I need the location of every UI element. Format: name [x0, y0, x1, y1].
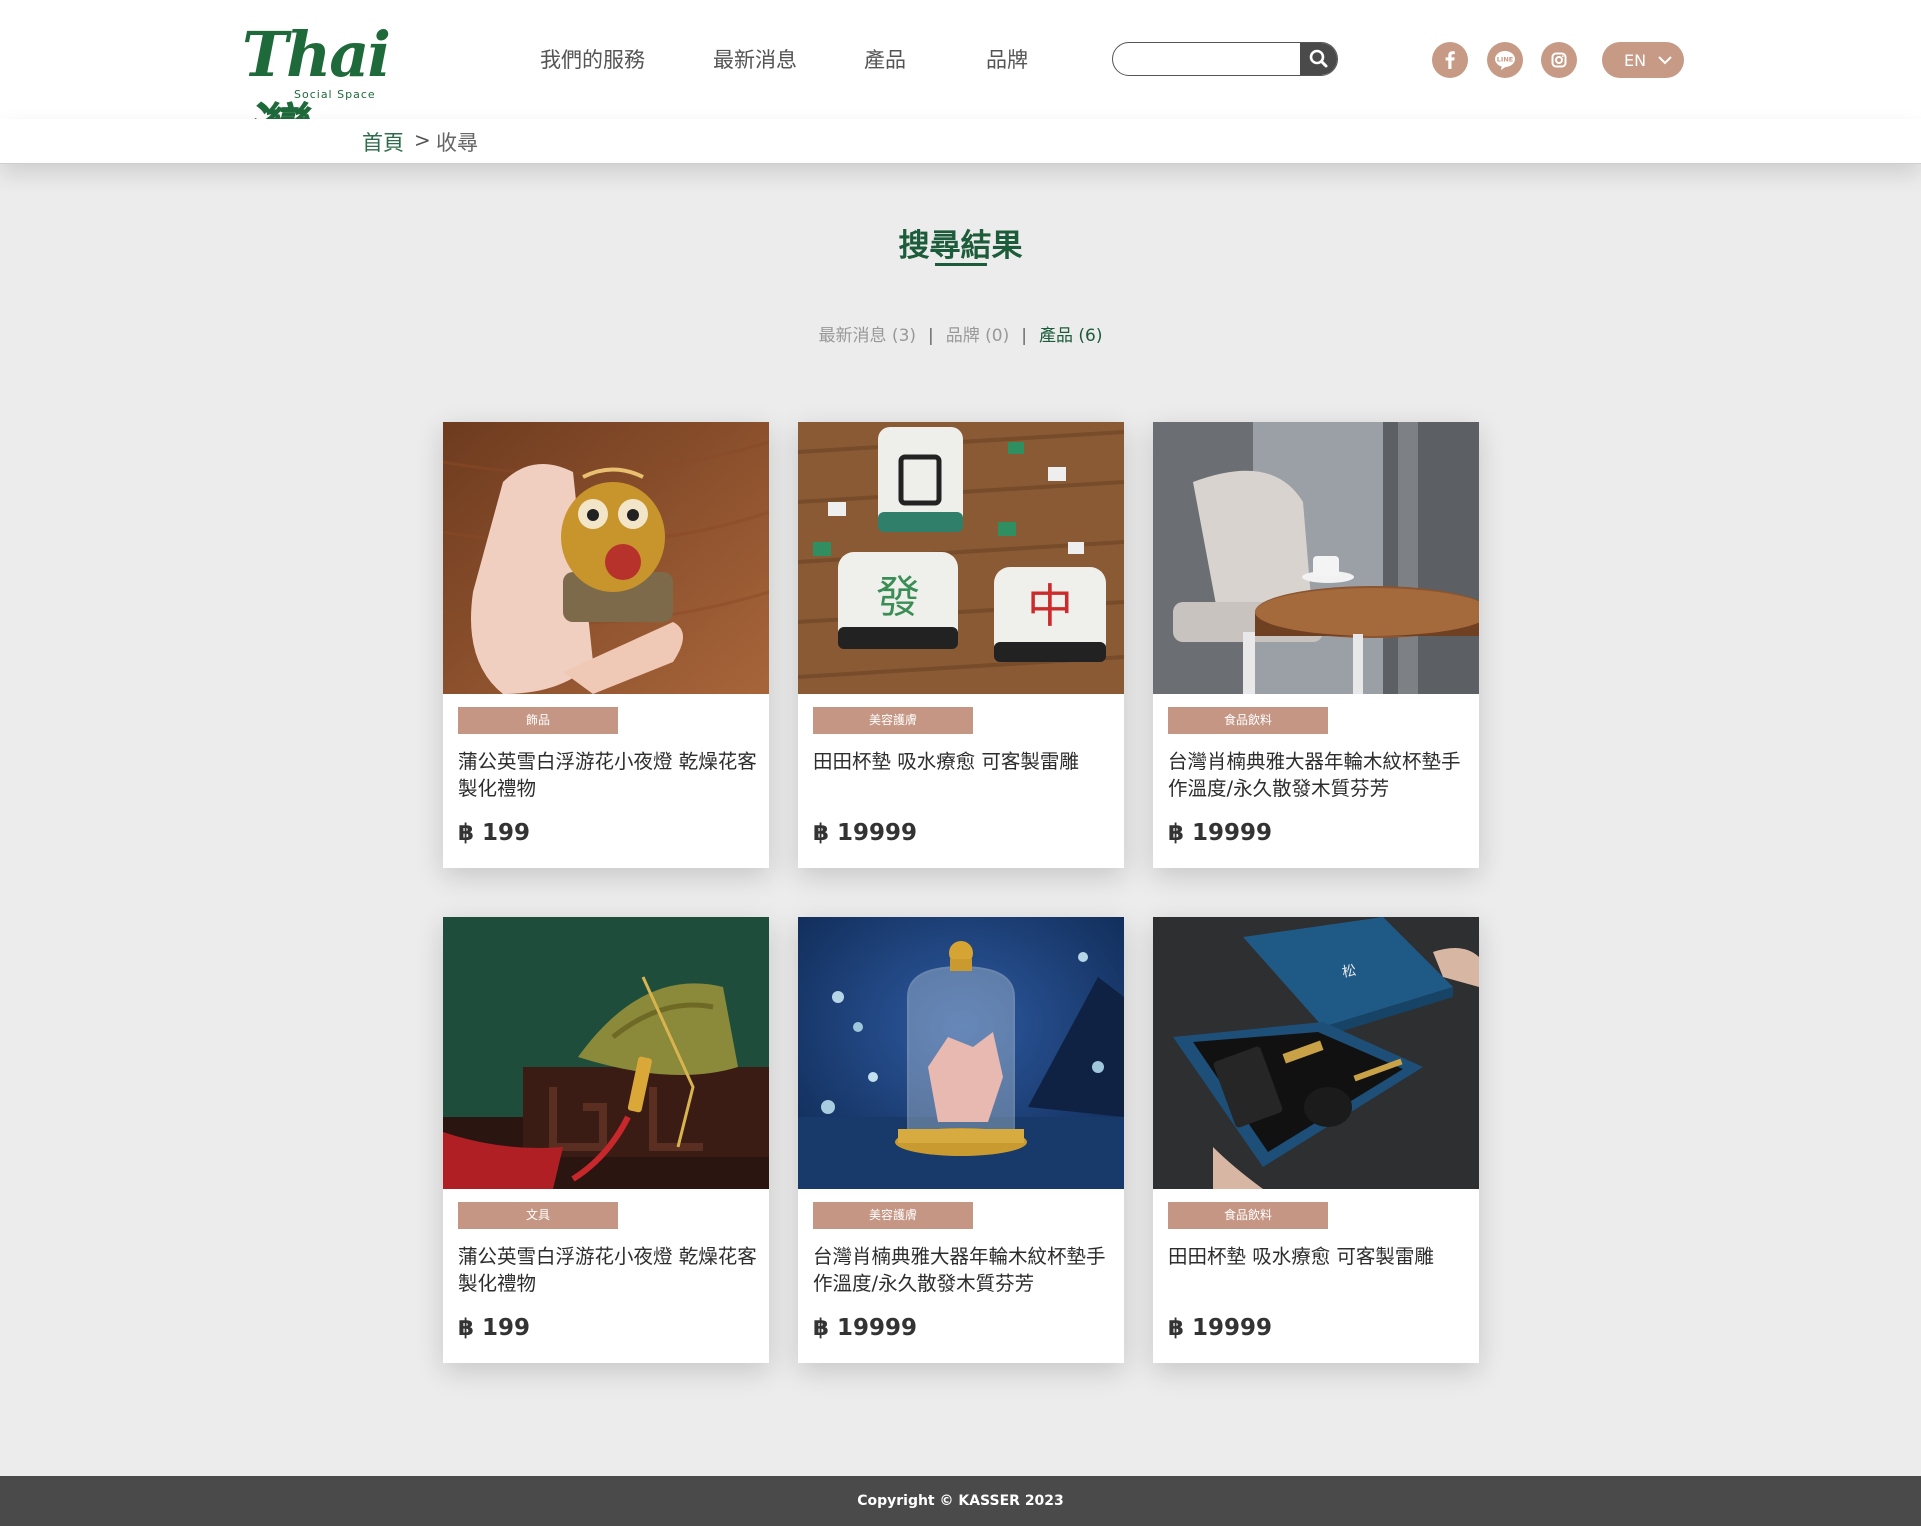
product-image[interactable] — [1153, 422, 1479, 694]
filter-tab-brands[interactable]: 品牌 (0) — [946, 326, 1009, 346]
product-category-tag: 美容護膚 — [813, 1202, 973, 1229]
search-box — [1112, 42, 1338, 76]
line-icon[interactable]: LINE — [1487, 42, 1523, 78]
svg-text:中: 中 — [1027, 579, 1073, 633]
product-name[interactable]: 蒲公英雪白浮游花小夜燈 乾燥花客製化禮物 — [458, 1243, 758, 1297]
footer-copyright: Copyright © KASSER 2023 — [857, 1493, 1064, 1509]
facebook-icon[interactable] — [1432, 42, 1468, 78]
product-card[interactable]: 發 中 美容護膚 田田杯墊 吸水療愈 可客製雷雕 ฿ 19999 — [798, 422, 1124, 868]
product-price: ฿ 199 — [458, 1315, 531, 1341]
filter-tab-news[interactable]: 最新消息 (3) — [819, 326, 916, 346]
svg-text:LINE: LINE — [1497, 56, 1513, 64]
logo-subtext: Social Space — [294, 88, 376, 101]
site-logo[interactable]: Thai灣 Social Space — [242, 16, 412, 169]
chevron-down-icon — [1658, 56, 1672, 65]
product-category-tag: 文具 — [458, 1202, 618, 1229]
nav-item-products[interactable]: 產品 — [864, 44, 906, 74]
product-category-tag: 食品飲料 — [1168, 707, 1328, 734]
product-image[interactable] — [443, 422, 769, 694]
filter-divider: | — [928, 326, 934, 346]
site-footer: Copyright © KASSER 2023 — [0, 1476, 1921, 1526]
filter-tab-products[interactable]: 產品 (6) — [1039, 326, 1102, 346]
instagram-icon[interactable] — [1541, 42, 1577, 78]
product-price: ฿ 19999 — [813, 820, 918, 846]
site-header: Thai灣 Social Space 我們的服務 最新消息 產品 品牌 LINE — [0, 0, 1921, 169]
product-image[interactable]: 發 中 — [798, 422, 1124, 694]
product-category-tag: 飾品 — [458, 707, 618, 734]
breadcrumb: 首頁 > 收尋 — [0, 119, 1921, 164]
nav-item-brands[interactable]: 品牌 — [986, 44, 1028, 74]
breadcrumb-current: 收尋 — [436, 131, 478, 155]
language-selector[interactable]: EN — [1602, 42, 1684, 78]
product-image[interactable] — [798, 917, 1124, 1189]
svg-text:松: 松 — [1341, 963, 1358, 981]
product-name[interactable]: 台灣肖楠典雅大器年輪木紋杯墊手作溫度/永久散發木質芬芳 — [1168, 748, 1468, 802]
title-underline — [935, 263, 987, 266]
product-card[interactable]: 松 食品飲料 田田杯墊 吸水療愈 可客製雷雕 ฿ 19999 — [1153, 917, 1479, 1363]
product-category-tag: 食品飲料 — [1168, 1202, 1328, 1229]
product-price: ฿ 19999 — [1168, 820, 1273, 846]
search-icon — [1309, 49, 1328, 68]
product-image[interactable] — [443, 917, 769, 1189]
product-price: ฿ 19999 — [1168, 1315, 1273, 1341]
search-input[interactable] — [1123, 47, 1287, 73]
breadcrumb-home[interactable]: 首頁 — [362, 127, 404, 157]
nav-item-services[interactable]: 我們的服務 — [540, 44, 645, 74]
product-image[interactable]: 松 — [1153, 917, 1479, 1189]
product-name[interactable]: 台灣肖楠典雅大器年輪木紋杯墊手作溫度/永久散發木質芬芳 — [813, 1243, 1113, 1297]
product-name[interactable]: 蒲公英雪白浮游花小夜燈 乾燥花客製化禮物 — [458, 748, 758, 802]
svg-text:發: 發 — [876, 572, 920, 623]
product-price: ฿ 199 — [458, 820, 531, 846]
result-filter-tabs: 最新消息 (3) | 品牌 (0) | 產品 (6) — [0, 321, 1921, 346]
breadcrumb-separator: > — [414, 128, 431, 152]
product-category-tag: 美容護膚 — [813, 707, 973, 734]
filter-divider: | — [1021, 326, 1027, 346]
product-card[interactable]: 美容護膚 台灣肖楠典雅大器年輪木紋杯墊手作溫度/永久散發木質芬芳 ฿ 19999 — [798, 917, 1124, 1363]
product-name[interactable]: 田田杯墊 吸水療愈 可客製雷雕 — [813, 748, 1113, 775]
product-name[interactable]: 田田杯墊 吸水療愈 可客製雷雕 — [1168, 1243, 1468, 1270]
product-price: ฿ 19999 — [813, 1315, 918, 1341]
page-title: 搜尋結果 — [898, 228, 1023, 264]
nav-item-news[interactable]: 最新消息 — [713, 44, 797, 74]
language-label: EN — [1624, 51, 1647, 70]
product-card[interactable]: 文具 蒲公英雪白浮游花小夜燈 乾燥花客製化禮物 ฿ 199 — [443, 917, 769, 1363]
product-card[interactable]: 飾品 蒲公英雪白浮游花小夜燈 乾燥花客製化禮物 ฿ 199 — [443, 422, 769, 868]
search-button[interactable] — [1300, 43, 1337, 75]
product-card[interactable]: 食品飲料 台灣肖楠典雅大器年輪木紋杯墊手作溫度/永久散發木質芬芳 ฿ 19999 — [1153, 422, 1479, 868]
